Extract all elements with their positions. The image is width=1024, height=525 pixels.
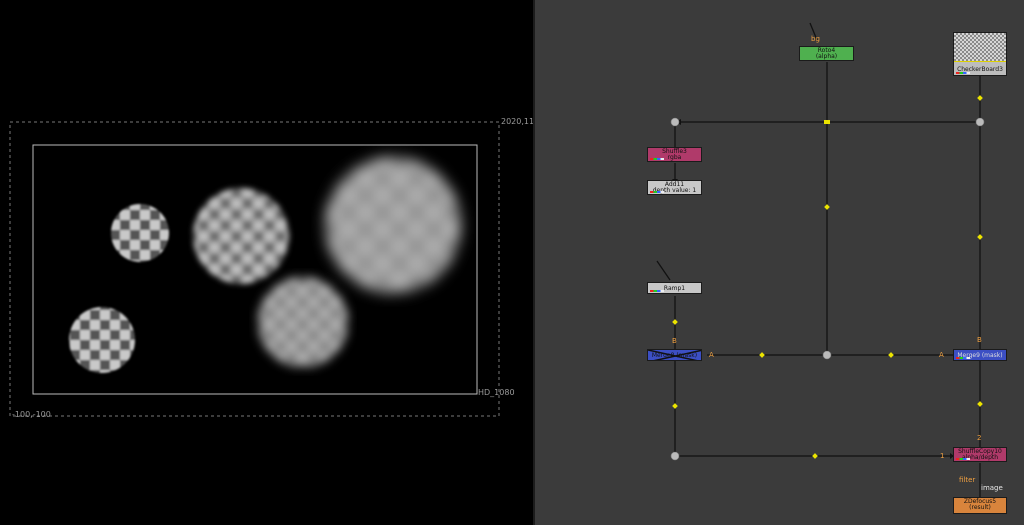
bbox-bottom-left-label: -100,-100 (12, 410, 51, 419)
merge-right-a-label: A (939, 351, 944, 359)
graph-edges (656, 22, 985, 497)
roto-input-label: bg (811, 35, 820, 43)
node-ramp1[interactable]: Ramp1 (647, 282, 702, 294)
node-add11[interactable]: Add11 depth value: 1 (647, 180, 702, 195)
node-thumbnail (954, 33, 1006, 62)
channel-chips (956, 458, 970, 460)
viewer-canvas[interactable] (0, 0, 533, 525)
dot-node[interactable] (670, 117, 680, 127)
disc-4 (325, 157, 461, 293)
node-checkerboard3[interactable]: CheckerBoard3 (953, 32, 1007, 76)
channel-chips (956, 357, 970, 359)
channel-chips (650, 191, 664, 193)
shufflecopy-input2-label: 2 (977, 434, 982, 442)
channel-chips (956, 72, 970, 74)
node-graph[interactable]: Roto4 (alpha) bg CheckerBoard3 Shuffle3 … (535, 0, 1024, 525)
format-name-label: HD_1080 (478, 388, 515, 397)
zdefocus-filter-label: filter (959, 476, 976, 484)
node-shufflecopy10[interactable]: ShuffleCopy10 alpha/depth (953, 447, 1007, 462)
viewer-panel[interactable]: 2020,11 -100,-100 HD_1080 (0, 0, 535, 525)
disc-2 (193, 188, 289, 284)
dot-node[interactable] (670, 451, 680, 461)
dot-node[interactable] (822, 350, 832, 360)
node-merge-disabled[interactable]: Merge8 (mask) (647, 349, 702, 361)
disabled-cross-icon (648, 350, 701, 360)
node-zdefocus5[interactable]: ZDefocus5 (result) (953, 497, 1007, 514)
shufflecopy-input1-label: 1 (940, 452, 945, 460)
channel-chips (650, 158, 664, 160)
disc-1 (111, 204, 169, 262)
channel-chips (650, 290, 664, 292)
merge-left-a-label: A (709, 351, 714, 359)
dot-node[interactable] (975, 117, 985, 127)
merge-right-b-label: B (977, 336, 982, 344)
node-shuffle3[interactable]: Shuffle3 rgba (647, 147, 702, 162)
node-merge-mask[interactable]: Merge9 (mask) (953, 349, 1007, 361)
zdefocus-image-label: image (981, 484, 1003, 492)
bbox-top-right-label: 2020,11 (501, 117, 535, 126)
merge-left-b-label: B (672, 337, 677, 345)
node-sublabel: (result) (969, 504, 991, 511)
node-sublabel: (alpha) (815, 53, 838, 60)
sharp-disc (69, 307, 135, 373)
node-roto4[interactable]: Roto4 (alpha) (799, 46, 854, 61)
disc-3 (258, 277, 348, 367)
